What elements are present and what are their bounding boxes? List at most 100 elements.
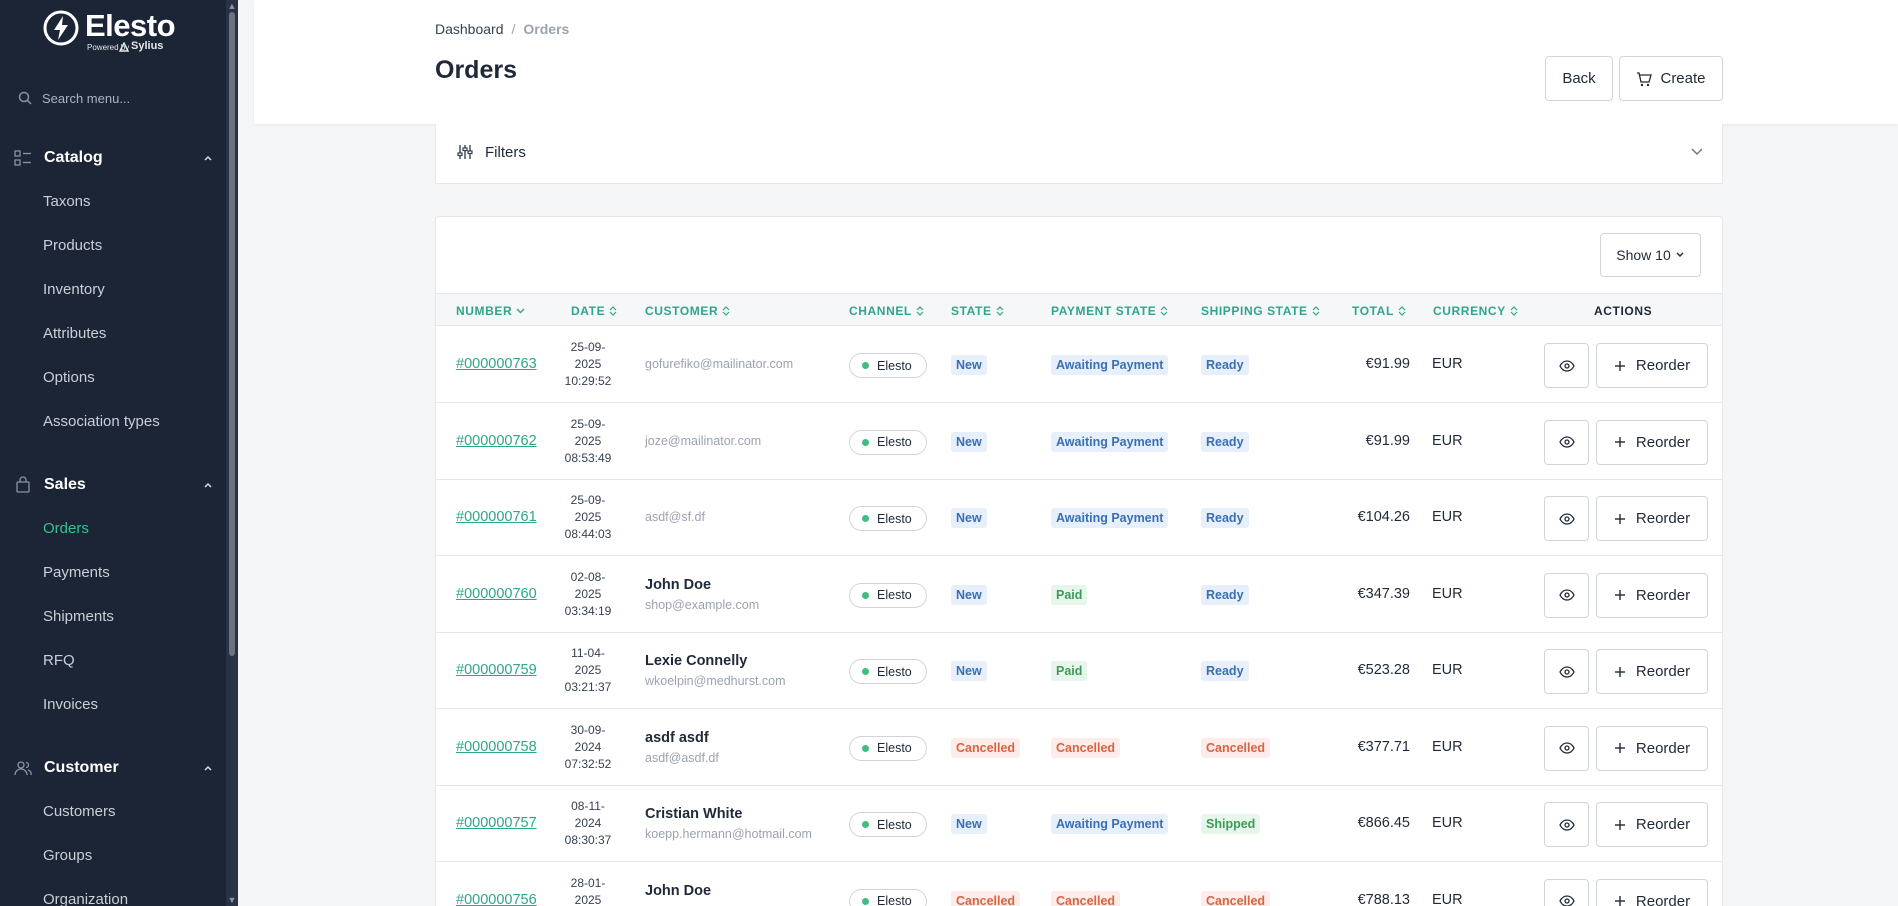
view-order-button[interactable]	[1544, 419, 1589, 465]
reorder-button[interactable]: Reorder	[1596, 649, 1708, 694]
column-label: CHANNEL	[849, 304, 912, 318]
cart-icon	[1637, 71, 1653, 86]
customer-name[interactable]: Lexie Connelly	[645, 653, 747, 669]
show-per-page-dropdown[interactable]: Show 10	[1600, 233, 1701, 277]
customer-email[interactable]: gofurefiko@mailinator.com	[645, 357, 793, 371]
state-badge: Cancelled	[951, 737, 1021, 758]
view-order-button[interactable]	[1544, 649, 1589, 694]
sidebar-search-input[interactable]	[42, 90, 212, 106]
sidebar-item-payments[interactable]: Payments	[43, 564, 110, 581]
column-channel[interactable]: CHANNEL	[849, 304, 924, 318]
reorder-button[interactable]: Reorder	[1596, 802, 1708, 847]
column-number[interactable]: NUMBER	[456, 304, 525, 318]
column-payment-state[interactable]: PAYMENT STATE	[1051, 304, 1168, 318]
order-number-link[interactable]: #000000760	[456, 586, 537, 602]
channel-label: Elesto	[877, 817, 912, 832]
reorder-label: Reorder	[1635, 433, 1691, 451]
column-state[interactable]: STATE	[951, 304, 1004, 318]
reorder-label: Reorder	[1635, 510, 1691, 527]
sidebar-item-products[interactable]: Products	[43, 237, 102, 254]
date-line: 2024	[574, 816, 602, 830]
date-line: 08:30:37	[564, 833, 612, 847]
sidebar-item-organization[interactable]: Organization	[43, 891, 128, 906]
eye-icon	[1558, 436, 1575, 448]
order-number-link[interactable]: #000000758	[456, 739, 537, 755]
plus-icon	[1614, 896, 1625, 906]
view-order-button[interactable]	[1544, 878, 1589, 906]
sidebar-section-sales[interactable]: Sales	[14, 473, 214, 497]
plus-icon	[1614, 819, 1625, 830]
column-total[interactable]: TOTAL	[1352, 304, 1406, 318]
column-label: TOTAL	[1352, 304, 1394, 318]
order-total: €91.99	[1365, 356, 1410, 372]
reorder-button[interactable]: Reorder	[1596, 572, 1708, 618]
state-badge: New	[951, 814, 987, 834]
breadcrumb-dashboard[interactable]: Dashboard	[435, 21, 504, 37]
reorder-button[interactable]: Reorder	[1596, 419, 1708, 465]
sidebar-item-taxons[interactable]: Taxons	[43, 193, 91, 210]
reorder-label: Reorder	[1635, 892, 1691, 906]
customer-email[interactable]: asdf@sf.df	[645, 510, 705, 524]
payment-state-badge: Paid	[1051, 661, 1088, 681]
brand-logo[interactable]: Elesto Powered by Sylius	[43, 8, 183, 56]
sidebar-item-customers[interactable]: Customers	[43, 803, 116, 820]
view-order-button[interactable]	[1544, 572, 1589, 618]
customer-name[interactable]: John Doe	[645, 577, 711, 593]
order-number-link[interactable]: #000000762	[456, 433, 537, 449]
customer-email[interactable]: joze@mailinator.com	[645, 434, 761, 448]
view-order-button[interactable]	[1544, 343, 1589, 388]
customer-name[interactable]: John Doe	[645, 883, 711, 899]
order-number-link[interactable]: #000000756	[456, 892, 537, 906]
sidebar-item-attributes[interactable]: Attributes	[43, 325, 106, 342]
column-date[interactable]: DATE	[571, 304, 617, 318]
order-number-link[interactable]: #000000761	[456, 509, 537, 525]
column-currency[interactable]: CURRENCY	[1433, 304, 1518, 318]
date-line: 25-09-	[570, 340, 606, 354]
scroll-up-icon[interactable]: ▲	[227, 1, 237, 11]
reorder-button[interactable]: Reorder	[1596, 878, 1708, 906]
channel-label: Elesto	[877, 741, 912, 755]
view-order-button[interactable]	[1544, 802, 1589, 847]
scroll-down-icon[interactable]: ▼	[227, 895, 237, 905]
bag-icon	[16, 476, 30, 493]
sidebar-section-customer[interactable]: Customer	[14, 756, 214, 780]
sidebar-item-orders[interactable]: Orders	[43, 520, 89, 537]
order-number-link[interactable]: #000000759	[456, 662, 537, 678]
sidebar-item-association-types[interactable]: Association types	[43, 413, 160, 430]
sidebar-section-catalog[interactable]: Catalog	[14, 146, 214, 170]
sort-icon	[609, 306, 617, 316]
table-row: #000000762 25-09- 2025 08:53:49 joze@mailina…	[436, 403, 1722, 480]
date-line: 2025	[574, 510, 602, 524]
back-button[interactable]: Back	[1545, 56, 1613, 101]
sidebar-item-invoices[interactable]: Invoices	[43, 696, 98, 713]
order-number-link[interactable]: #000000763	[456, 356, 537, 372]
sidebar-item-shipments[interactable]: Shipments	[43, 608, 114, 625]
order-number-link[interactable]: #000000757	[456, 815, 537, 831]
filters-panel[interactable]: Filters	[435, 124, 1723, 184]
order-currency: EUR	[1432, 891, 1463, 906]
column-customer[interactable]: CUSTOMER	[645, 304, 730, 318]
breadcrumb-orders: Orders	[523, 21, 570, 37]
create-button[interactable]: Create	[1619, 56, 1723, 101]
sidebar-scroll-thumb[interactable]	[229, 12, 235, 656]
reorder-label: Reorder	[1635, 357, 1691, 374]
view-order-button[interactable]	[1544, 496, 1589, 541]
sidebar-item-groups[interactable]: Groups	[43, 847, 92, 864]
reorder-button[interactable]: Reorder	[1596, 496, 1708, 541]
sidebar-item-rfq[interactable]: RFQ	[43, 652, 75, 669]
reorder-button[interactable]: Reorder	[1596, 343, 1708, 388]
order-date: 25-09- 2025 08:44:03	[558, 492, 618, 543]
customer-name[interactable]: asdf asdf	[645, 730, 709, 746]
chevron-down-icon	[1691, 148, 1703, 155]
column-shipping-state[interactable]: SHIPPING STATE	[1201, 304, 1320, 318]
state-badge: New	[951, 661, 987, 681]
eye-icon	[1558, 665, 1575, 678]
customer-name[interactable]: Cristian White	[645, 806, 742, 822]
sidebar-item-options[interactable]: Options	[43, 369, 95, 386]
sidebar-item-inventory[interactable]: Inventory	[43, 281, 105, 298]
view-order-button[interactable]	[1544, 725, 1589, 771]
reorder-button[interactable]: Reorder	[1596, 725, 1708, 771]
channel-badge: Elesto	[849, 888, 927, 906]
order-total: €377.71	[1357, 738, 1410, 755]
catalog-icon	[14, 150, 31, 166]
